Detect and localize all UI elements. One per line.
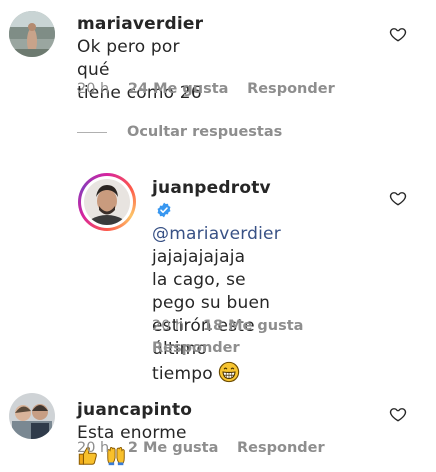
reply-button[interactable]: Responder — [237, 440, 325, 456]
grinning-face-icon — [218, 361, 240, 383]
reply-button[interactable]: Responder — [247, 81, 335, 97]
comment-text-line2: la cago, se pego su buen — [152, 270, 271, 313]
comment-time: 20 h — [77, 81, 110, 97]
like-heart-icon[interactable] — [389, 405, 407, 423]
avatar[interactable] — [9, 11, 55, 57]
hide-replies-label[interactable]: Ocultar respuestas — [127, 124, 282, 140]
avatar[interactable] — [9, 393, 55, 439]
comment-likes[interactable]: 2 Me gusta — [128, 440, 219, 456]
like-heart-icon[interactable] — [389, 189, 407, 207]
comment-username[interactable]: juancapinto — [77, 400, 192, 420]
like-heart-icon[interactable] — [389, 25, 407, 43]
mention-link[interactable]: @mariaverdier — [152, 224, 281, 244]
hide-replies-toggle[interactable]: Ocultar respuestas — [77, 124, 282, 140]
comment-time: 20 h — [77, 440, 110, 456]
comment-username[interactable]: juanpedrotv — [152, 178, 271, 198]
comment-likes[interactable]: 18 Me gusta — [203, 318, 304, 334]
comment-time: 20 h — [152, 318, 185, 334]
avatar[interactable] — [78, 173, 136, 231]
comment-username[interactable]: mariaverdier — [77, 14, 203, 34]
divider-line — [77, 131, 107, 133]
reply-button[interactable]: Responder — [152, 340, 240, 356]
comment-text: jajajajajaja — [152, 247, 246, 267]
comment-likes[interactable]: 24 Me gusta — [128, 81, 229, 97]
comment-text-line4: tiempo — [152, 364, 213, 384]
verified-badge-icon — [156, 202, 172, 218]
comment-text: Ok pero por qué — [77, 37, 180, 80]
